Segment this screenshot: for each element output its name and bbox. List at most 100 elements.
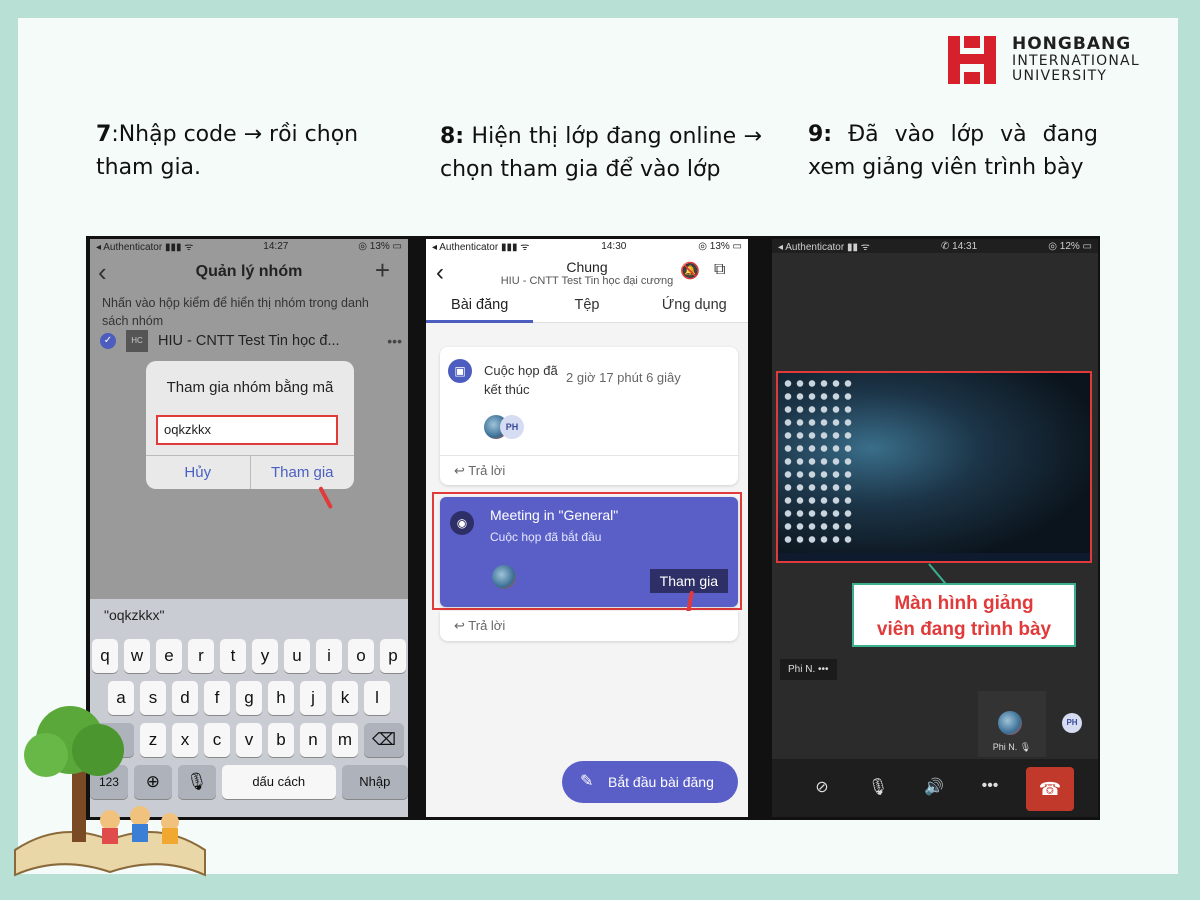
step9-text: Đã vào lớp và đang xem giảng viên trình … xyxy=(808,122,1098,180)
hongbang-logo: HONGBANG INTERNATIONAL UNIVERSITY xyxy=(946,34,1140,86)
meeting-duration: 2 giờ 17 phút 6 giây xyxy=(566,370,681,385)
dialog-buttons: Hủy Tham gia xyxy=(146,455,354,489)
status-right: ◎ 13% ▭ xyxy=(358,240,402,252)
taskbar xyxy=(778,553,1090,561)
presenter-name-chip[interactable]: Phi N. ••• xyxy=(780,659,837,680)
channel-header: ‹ Chung HIU - CNTT Test Tin học đại cươn… xyxy=(426,253,748,323)
keyboard-row-1: qwertyuiop xyxy=(90,639,408,673)
step8-text: Hiện thị lớp đang online → chọn tham gia… xyxy=(440,124,762,182)
new-post-button[interactable]: ✎ Bắt đầu bài đăng xyxy=(562,761,738,803)
desktop-icons xyxy=(782,377,856,547)
backspace-icon[interactable]: ⌫ xyxy=(364,723,404,757)
step7-number: 7 xyxy=(96,122,112,147)
checkmark-icon[interactable]: ✓ xyxy=(100,333,116,349)
step8-caption: 8: Hiện thị lớp đang online → chọn tham … xyxy=(440,120,762,186)
key-h[interactable]: h xyxy=(268,681,294,715)
reply-label: Trả lời xyxy=(468,463,506,478)
key-j[interactable]: j xyxy=(300,681,326,715)
meeting-status: Cuộc họp đã bắt đầu xyxy=(490,530,602,544)
key-o[interactable]: o xyxy=(348,639,374,673)
group-row[interactable]: ✓ HC HIU - CNTT Test Tin học đ... ••• xyxy=(100,329,402,353)
status-time: ✆ 14:31 xyxy=(940,240,978,252)
hiu-logo-mark-icon xyxy=(946,34,998,86)
avatar-ph: PH xyxy=(500,415,524,439)
step9-caption: 9: Đã vào lớp và đang xem giảng viên trì… xyxy=(808,118,1098,184)
tab-posts[interactable]: Bài đăng xyxy=(426,297,534,323)
key-p[interactable]: p xyxy=(380,639,406,673)
keyboard-suggestion[interactable]: "oqkzkkx" xyxy=(90,599,408,633)
annotation-line1: Màn hình giảng xyxy=(894,593,1034,614)
status-left: ◂ Authenticator ▮▮▮ ᯤ xyxy=(432,242,530,253)
key-g[interactable]: g xyxy=(236,681,262,715)
key-n[interactable]: n xyxy=(300,723,326,757)
status-bar: ◂ Authenticator ▮▮▮ ᯤ 14:30 ◎ 13% ▭ xyxy=(426,239,748,253)
dialog-title: Tham gia nhóm bằng mã xyxy=(166,379,334,396)
video-call-icon[interactable]: ⧉ xyxy=(714,261,725,279)
active-meeting-post[interactable]: ◉ Meeting in "General" Cuộc họp đã bắt đ… xyxy=(440,497,738,607)
participant-tile[interactable]: Phi N. 🎙 xyxy=(978,691,1046,757)
key-b[interactable]: b xyxy=(268,723,294,757)
hint-text: Nhấn vào hộp kiểm để hiển thị nhóm trong… xyxy=(102,296,369,328)
post-title: Cuộc họp đã kết thúc xyxy=(484,363,558,397)
ended-meeting-post: ▣ Cuộc họp đã kết thúc 2 giờ 17 phút 6 g… xyxy=(440,347,738,485)
tab-apps[interactable]: Ứng dụng xyxy=(641,297,748,323)
space-key[interactable]: dấu cách xyxy=(221,765,336,799)
key-u[interactable]: u xyxy=(284,639,310,673)
status-bar: ◂ Authenticator ▮▮▮ ᯤ 14:27 ◎ 13% ▭ xyxy=(90,239,408,254)
group-name: HIU - CNTT Test Tin học đ... xyxy=(158,333,340,349)
enter-key[interactable]: Nhập xyxy=(341,765,408,799)
reply-link[interactable]: ↩ Trả lời xyxy=(440,611,738,641)
end-call-icon[interactable]: ☎ xyxy=(1026,767,1074,811)
speaker-icon[interactable]: 🔊 xyxy=(922,777,946,797)
key-l[interactable]: l xyxy=(364,681,390,715)
join-button[interactable]: Tham gia xyxy=(251,456,355,489)
join-code-dialog: Tham gia nhóm bằng mã oqkzkkx Hủy Tham g… xyxy=(146,361,354,489)
tab-bar: Bài đăng Tệp Ứng dụng xyxy=(426,297,748,323)
avatar xyxy=(998,711,1022,735)
key-t[interactable]: t xyxy=(220,639,246,673)
key-q[interactable]: q xyxy=(92,639,118,673)
key-e[interactable]: e xyxy=(156,639,182,673)
key-w[interactable]: w xyxy=(124,639,150,673)
step9-number: 9: xyxy=(808,122,833,147)
tab-files[interactable]: Tệp xyxy=(533,297,640,323)
status-left: ◂ Authenticator ▮▮▮ ᯤ xyxy=(96,242,194,253)
more-dots-icon[interactable]: ••• xyxy=(387,333,402,349)
red-pointer-arrow-icon xyxy=(318,486,334,510)
shared-screen xyxy=(776,371,1092,563)
more-options-icon[interactable]: ••• xyxy=(978,777,1002,795)
group-avatar: HC xyxy=(126,330,148,352)
camera-off-icon[interactable]: ⊘ xyxy=(810,777,834,797)
key-v[interactable]: v xyxy=(236,723,262,757)
page-title: Quản lý nhóm xyxy=(195,263,303,280)
annotation-line2: viên đang trình bày xyxy=(876,619,1052,640)
status-time: 14:27 xyxy=(263,240,289,252)
reply-arrow-icon: ↩ xyxy=(454,618,469,633)
plus-icon[interactable]: + xyxy=(375,255,390,286)
cancel-button[interactable]: Hủy xyxy=(146,456,251,489)
calendar-icon: ▣ xyxy=(448,359,472,383)
bell-off-icon[interactable]: 🔕 xyxy=(680,261,700,281)
mic-off-icon[interactable]: 🎙 xyxy=(866,777,890,797)
key-i[interactable]: i xyxy=(316,639,342,673)
code-input[interactable]: oqkzkkx xyxy=(156,415,338,445)
join-meeting-button[interactable]: Tham gia xyxy=(649,569,728,593)
call-controls: ⊘ 🎙 🔊 ••• ☎ xyxy=(772,759,1098,817)
new-post-label: Bắt đầu bài đăng xyxy=(608,774,714,790)
step7-text: :Nhập code → rồi chọn tham gia. xyxy=(96,122,359,180)
key-r[interactable]: r xyxy=(188,639,214,673)
reply-row[interactable]: ↩ Trả lời xyxy=(440,611,738,641)
meeting-camera-icon: ◉ xyxy=(450,511,474,535)
reply-link[interactable]: ↩ Trả lời xyxy=(440,455,738,485)
logo-text: HONGBANG INTERNATIONAL UNIVERSITY xyxy=(1012,36,1140,84)
key-k[interactable]: k xyxy=(332,681,358,715)
key-m[interactable]: m xyxy=(332,723,358,757)
reply-arrow-icon: ↩ xyxy=(454,463,469,478)
logo-line3: UNIVERSITY xyxy=(1012,67,1108,84)
step8-number: 8: xyxy=(440,124,465,149)
status-left: ◂ Authenticator ▮▮ ᯤ xyxy=(778,242,870,253)
logo-line2: INTERNATIONAL xyxy=(1012,53,1140,70)
key-y[interactable]: y xyxy=(252,639,278,673)
avatar-ph[interactable]: PH xyxy=(1062,713,1082,733)
reply-label: Trả lời xyxy=(468,618,506,633)
